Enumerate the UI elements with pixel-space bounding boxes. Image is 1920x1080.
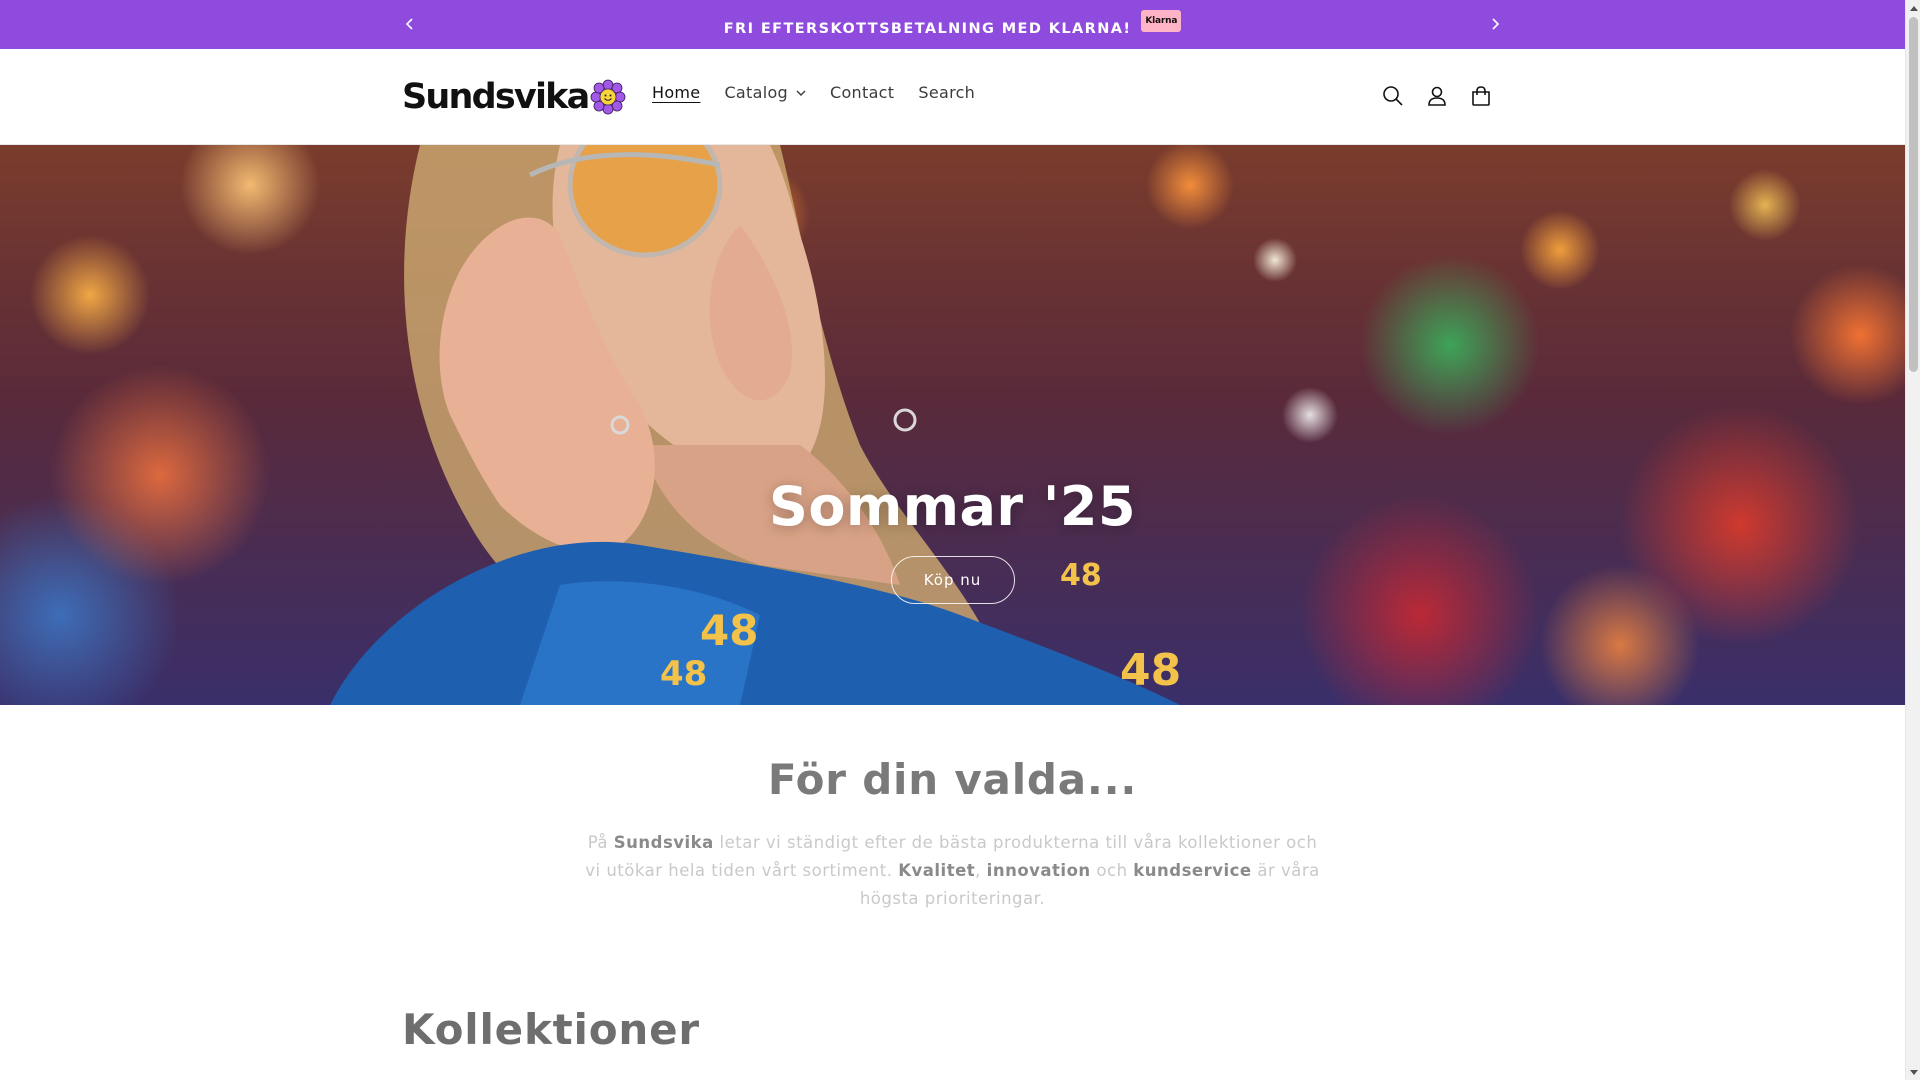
announcement-bar: FRI EFTERSKOTTSBETALNING MED KLARNA! Kla… [0,0,1905,49]
page-scrollbar[interactable] [1905,0,1920,1080]
intro-keyword-service: kundservice [1133,861,1252,880]
triangle-up-icon [1909,5,1918,11]
hero-image: 48 48 48 48 [330,145,1181,705]
search-icon [1383,86,1403,106]
site-header: Sundsvika Home Catalog Contact Search [0,49,1905,145]
nav-contact-label: Contact [830,83,895,102]
intro-text-part: På [587,833,614,852]
flower-icon [591,79,626,115]
intro-text: På Sundsvika letar vi ständigt efter de … [583,829,1323,913]
intro-keyword-innovation: innovation [986,861,1091,880]
account-icon [1428,86,1446,106]
nav-home-label: Home [652,83,701,102]
svg-text:48: 48 [660,654,707,694]
nav-home[interactable]: Home [640,83,712,102]
nav-search[interactable]: Search [906,83,987,102]
shop-now-button[interactable]: Köp nu [890,556,1015,604]
scroll-up-button[interactable] [1906,0,1920,15]
svg-text:48: 48 [700,606,758,655]
main-nav: Home Catalog Contact Search [640,83,987,102]
intro-text-part: , [975,861,987,880]
logo-text: Sundsvika [402,77,590,117]
nav-search-label: Search [918,83,976,102]
search-button[interactable] [1380,82,1406,110]
chevron-right-icon [1492,18,1500,30]
klarna-badge: Klarna [1141,9,1182,32]
hero-content: Sommar '25 Köp nu [0,475,1905,604]
nav-contact[interactable]: Contact [818,83,906,102]
triangle-down-icon [1909,1069,1918,1075]
announcement-message: FRI EFTERSKOTTSBETALNING MED KLARNA! Kla… [0,0,1905,49]
svg-text:48: 48 [1120,645,1181,696]
announcement-next-button[interactable] [1483,12,1507,36]
chevron-down-icon [796,90,806,96]
scrollbar-thumb[interactable] [1909,17,1918,372]
header-icons [1380,82,1494,110]
intro-brand: Sundsvika [613,833,714,852]
intro-section: För din valda... På Sundsvika letar vi s… [0,755,1905,913]
nav-catalog[interactable]: Catalog [712,83,818,102]
nav-catalog-label: Catalog [724,83,788,102]
intro-title: För din valda... [767,755,1138,804]
collections-title: Kollektioner [402,1005,700,1054]
account-button[interactable] [1424,82,1450,110]
intro-keyword-quality: Kvalitet [898,861,976,880]
announcement-text: FRI EFTERSKOTTSBETALNING MED KLARNA! [723,20,1132,37]
scroll-down-button[interactable] [1906,1065,1920,1080]
cart-icon [1472,86,1490,106]
hero-banner: 48 48 48 48 Sommar '25 Köp nu [0,145,1905,705]
logo[interactable]: Sundsvika [402,75,626,119]
hero-title: Sommar '25 [768,475,1137,538]
intro-text-part: och [1090,861,1134,880]
cart-button[interactable] [1468,82,1494,110]
